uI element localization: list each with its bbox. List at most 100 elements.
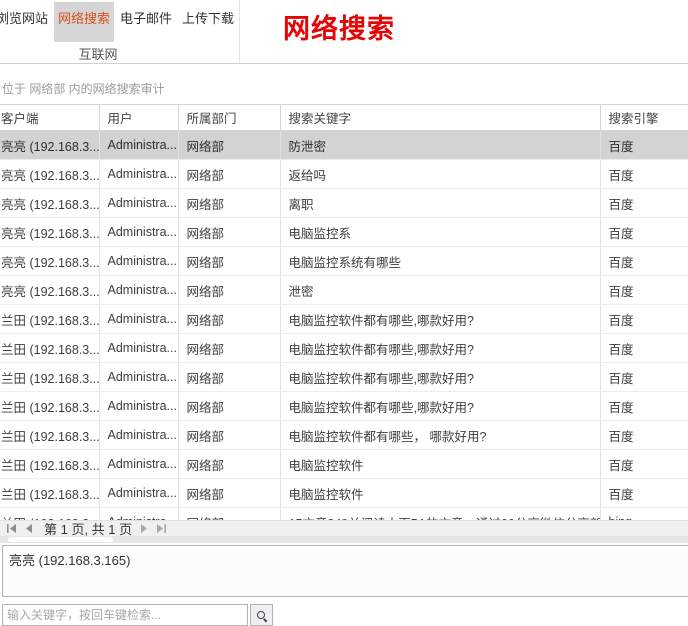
cell-user[interactable]: Administra... [99, 160, 178, 189]
cell-department[interactable]: 网络部 [178, 508, 280, 521]
cell-client[interactable]: 亮亮 (192.168.3... [0, 189, 99, 218]
cell-search-engine[interactable]: 百度 [600, 247, 688, 276]
table-row[interactable]: 亮亮 (192.168.3... Administra... 网络部 泄密 百度 [0, 276, 688, 305]
cell-department[interactable]: 网络部 [178, 421, 280, 450]
table-row[interactable]: 兰田 (192.168.3... Administra... 网络部 电脑监控软… [0, 479, 688, 508]
cell-user[interactable]: Administra... [99, 218, 178, 247]
col-user[interactable]: 用户 [99, 105, 178, 131]
cell-user[interactable]: Administra... [99, 131, 178, 160]
cell-department[interactable]: 网络部 [178, 131, 280, 160]
cell-search-keyword[interactable]: 电脑监控软件都有哪些,哪款好用? [280, 305, 600, 334]
cell-client[interactable]: 亮亮 (192.168.3... [0, 276, 99, 305]
table-row[interactable]: 兰田 (192.168.3... Administra... 网络部 电脑监控软… [0, 392, 688, 421]
table-row[interactable]: 兰田 (192.168.3... Administra... 网络部 电脑监控软… [0, 421, 688, 450]
prev-page-icon[interactable] [25, 524, 33, 533]
client-list-item[interactable]: 亮亮 (192.168.3.165) [3, 546, 688, 573]
next-page-icon[interactable] [140, 524, 148, 533]
cell-search-engine[interactable]: 百度 [600, 276, 688, 305]
cell-search-keyword[interactable]: 电脑监控软件 [280, 479, 600, 508]
cell-client[interactable]: 兰田 (192.168.3... [0, 392, 99, 421]
col-client[interactable]: 客户端 [0, 105, 99, 131]
cell-search-keyword[interactable]: 电脑监控软件都有哪些， 哪款好用? [280, 421, 600, 450]
col-keyword[interactable]: 搜索关键字 [280, 105, 600, 131]
cell-client[interactable]: 兰田 (192.168.3... [0, 334, 99, 363]
cell-search-engine[interactable]: 百度 [600, 479, 688, 508]
cell-department[interactable]: 网络部 [178, 363, 280, 392]
pagination-bar: 第 1 页, 共 1 页 [0, 520, 688, 536]
cell-department[interactable]: 网络部 [178, 189, 280, 218]
cell-user[interactable]: Administra... [99, 363, 178, 392]
tab-network-search[interactable]: 网络搜索 [54, 2, 114, 42]
cell-client[interactable]: 兰田 (192.168.3... [0, 450, 99, 479]
table-row[interactable]: 亮亮 (192.168.3... Administra... 网络部 离职 百度 [0, 189, 688, 218]
horizontal-scrollbar-track[interactable] [0, 536, 688, 543]
horizontal-scrollbar-thumb[interactable] [8, 537, 113, 542]
table-row[interactable]: 兰田 (192.168.3... Administra... 网络部 电脑监控软… [0, 334, 688, 363]
table-row[interactable]: 亮亮 (192.168.3... Administra... 网络部 返给吗 百… [0, 160, 688, 189]
last-page-icon[interactable] [155, 524, 167, 533]
tab-browse-websites[interactable]: 浏览网站 [0, 2, 52, 42]
cell-search-keyword[interactable]: 15文章849关阅读本页5A的文章，通过09分享微信分享新 [280, 508, 600, 521]
cell-search-engine[interactable]: 百度 [600, 218, 688, 247]
cell-search-engine[interactable]: 百度 [600, 131, 688, 160]
cell-search-keyword[interactable]: 电脑监控软件都有哪些,哪款好用? [280, 392, 600, 421]
cell-search-engine[interactable]: 百度 [600, 189, 688, 218]
cell-search-keyword[interactable]: 返给吗 [280, 160, 600, 189]
cell-user[interactable]: Administra... [99, 421, 178, 450]
cell-department[interactable]: 网络部 [178, 450, 280, 479]
cell-search-engine[interactable]: 百度 [600, 305, 688, 334]
cell-search-engine[interactable]: 百度 [600, 160, 688, 189]
cell-client[interactable]: 亮亮 (192.168.3... [0, 131, 99, 160]
keyword-search-input[interactable] [2, 604, 248, 626]
tab-upload-download[interactable]: 上传下载 [178, 2, 238, 42]
cell-department[interactable]: 网络部 [178, 479, 280, 508]
cell-department[interactable]: 网络部 [178, 305, 280, 334]
cell-department[interactable]: 网络部 [178, 247, 280, 276]
table-row[interactable]: 亮亮 (192.168.3... Administra... 网络部 电脑监控系… [0, 218, 688, 247]
cell-search-engine[interactable]: 百度 [600, 392, 688, 421]
cell-department[interactable]: 网络部 [178, 392, 280, 421]
cell-client[interactable]: 兰田 (192.168.3... [0, 305, 99, 334]
cell-client[interactable]: 亮亮 (192.168.3... [0, 218, 99, 247]
cell-search-keyword[interactable]: 电脑监控系 [280, 218, 600, 247]
cell-search-keyword[interactable]: 电脑监控软件 [280, 450, 600, 479]
cell-search-keyword[interactable]: 泄密 [280, 276, 600, 305]
tab-email[interactable]: 电子邮件 [116, 2, 176, 42]
table-row[interactable]: 亮亮 (192.168.3... Administra... 网络部 电脑监控系… [0, 247, 688, 276]
table-row[interactable]: 兰田 (192.168.3... Administra... 网络部 电脑监控软… [0, 450, 688, 479]
table-row[interactable]: 兰田 (192.168.3... Administra... 网络部 电脑监控软… [0, 363, 688, 392]
cell-department[interactable]: 网络部 [178, 276, 280, 305]
cell-client[interactable]: 兰田 (192.168.3... [0, 479, 99, 508]
cell-client[interactable]: 兰田 (192.168.3... [0, 421, 99, 450]
first-page-icon[interactable] [6, 524, 18, 533]
cell-search-engine[interactable]: 百度 [600, 363, 688, 392]
cell-search-keyword[interactable]: 电脑监控软件都有哪些,哪款好用? [280, 363, 600, 392]
cell-search-keyword[interactable]: 电脑监控系统有哪些 [280, 247, 600, 276]
search-button[interactable] [250, 604, 273, 626]
col-engine[interactable]: 搜索引擎 [600, 105, 688, 131]
cell-search-engine[interactable]: 百度 [600, 450, 688, 479]
cell-user[interactable]: Administra... [99, 305, 178, 334]
cell-user[interactable]: Administra... [99, 247, 178, 276]
col-dept[interactable]: 所属部门 [178, 105, 280, 131]
cell-user[interactable]: Administra... [99, 334, 178, 363]
cell-search-engine[interactable]: 百度 [600, 334, 688, 363]
cell-search-keyword[interactable]: 离职 [280, 189, 600, 218]
cell-user[interactable]: Administra... [99, 189, 178, 218]
cell-client[interactable]: 亮亮 (192.168.3... [0, 160, 99, 189]
cell-client[interactable]: 兰田 (192.168.3... [0, 363, 99, 392]
table-row[interactable]: 兰田 (192.168.3... Administra... 网络部 电脑监控软… [0, 305, 688, 334]
cell-client[interactable]: 亮亮 (192.168.3... [0, 247, 99, 276]
cell-user[interactable]: Administra... [99, 479, 178, 508]
cell-department[interactable]: 网络部 [178, 218, 280, 247]
cell-user[interactable]: Administra... [99, 276, 178, 305]
cell-department[interactable]: 网络部 [178, 334, 280, 363]
cell-search-engine[interactable]: 百度 [600, 421, 688, 450]
cell-user[interactable]: Administra... [99, 450, 178, 479]
table-row[interactable]: 亮亮 (192.168.3... Administra... 网络部 防泄密 百… [0, 131, 688, 160]
cell-search-engine[interactable]: bing [600, 508, 688, 521]
cell-user[interactable]: Administra... [99, 392, 178, 421]
cell-search-keyword[interactable]: 防泄密 [280, 131, 600, 160]
cell-search-keyword[interactable]: 电脑监控软件都有哪些,哪款好用? [280, 334, 600, 363]
cell-department[interactable]: 网络部 [178, 160, 280, 189]
